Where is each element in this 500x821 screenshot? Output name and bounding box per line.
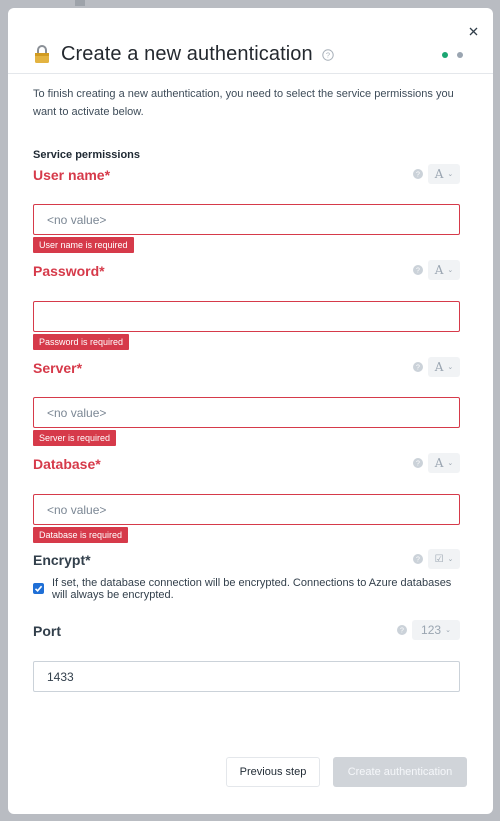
field-label: Encrypt* [33,552,91,568]
help-icon[interactable]: ? [413,265,423,275]
help-icon[interactable]: ? [413,554,423,564]
chevron-down-icon: ⌄ [447,460,454,467]
step-indicator [442,52,463,58]
database-input[interactable]: <no value> [33,494,460,525]
step-dot-completed [442,52,448,58]
svg-text:?: ? [416,461,420,468]
value-type-select[interactable]: A ⌄ [428,164,460,184]
page-title: Create a new authentication [61,42,313,65]
value-type-select[interactable]: 123 ⌄ [412,620,460,640]
field-label: Database* [33,456,101,472]
intro-text: To finish creating a new authentication,… [33,88,454,118]
svg-text:?: ? [400,628,404,635]
chevron-down-icon: ⌄ [447,171,454,178]
previous-step-button[interactable]: Previous step [226,757,320,787]
help-icon[interactable]: ? [413,458,423,468]
field-label: User name* [33,167,111,183]
error-message: Password is required [33,334,130,350]
background-handle [75,0,85,6]
chevron-down-icon: ⌄ [447,556,454,563]
close-button[interactable] [465,23,481,39]
field-label: Port [33,623,61,639]
password-input[interactable] [33,301,460,332]
error-message: Database is required [33,527,129,543]
chevron-down-icon: ⌄ [445,627,451,634]
error-message: User name is required [33,237,134,253]
field-label: Server* [33,360,83,376]
create-authentication-button[interactable]: Create authentication [333,757,467,787]
value-type-select[interactable]: A ⌄ [428,357,460,377]
header-divider [8,73,493,74]
lock-icon [35,45,49,63]
modal-header: Create a new authentication ? [34,39,463,69]
close-icon [469,27,477,35]
port-input[interactable]: 1433 [33,661,460,692]
encrypt-checkbox[interactable] [33,583,44,594]
server-input[interactable]: <no value> [33,397,460,428]
field-label: Password* [33,263,105,279]
chevron-down-icon: ⌄ [447,267,454,274]
checkmark-icon [34,585,43,592]
help-icon[interactable]: ? [322,49,334,61]
svg-text:?: ? [416,172,420,179]
value-type-select[interactable]: A ⌄ [428,260,460,280]
user-name-input[interactable]: <no value> [33,204,460,235]
help-icon[interactable]: ? [413,362,423,372]
svg-text:?: ? [326,51,330,60]
encrypt-description: If set, the database connection will be … [52,577,452,601]
svg-text:?: ? [416,268,420,275]
chevron-down-icon: ⌄ [447,364,454,371]
step-dot-current [457,52,463,58]
value-type-select[interactable]: A ⌄ [428,453,460,473]
svg-text:?: ? [416,365,420,372]
error-message: Server is required [33,430,117,446]
section-title: Service permissions [33,149,141,161]
value-type-select[interactable]: ☑ ⌄ [428,549,460,569]
help-icon[interactable]: ? [397,625,407,635]
svg-text:?: ? [416,557,420,564]
help-icon[interactable]: ? [413,169,423,179]
create-authentication-modal: Create a new authentication ? To finish … [8,8,493,814]
